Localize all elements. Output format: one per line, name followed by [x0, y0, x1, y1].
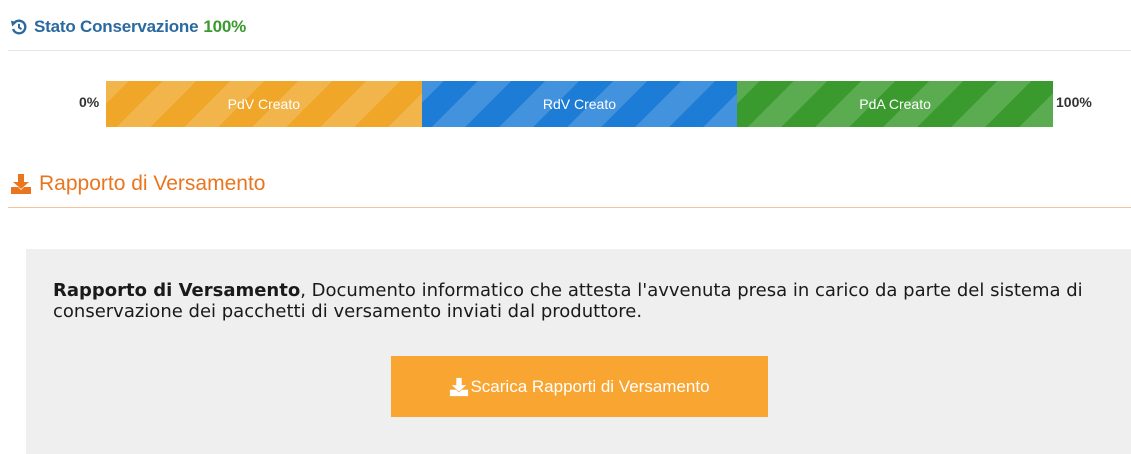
status-percent: 100%: [203, 17, 247, 36]
history-icon: [10, 19, 27, 35]
progress-segment-pdv: PdV Creato: [106, 81, 422, 127]
status-title: Stato Conservazione: [34, 17, 199, 36]
progress-bar: PdV Creato RdV Creato PdA Creato: [106, 81, 1053, 127]
section-divider: [8, 207, 1131, 208]
progress-segment-rdv: RdV Creato: [421, 81, 738, 127]
progress-row: 0% PdV Creato RdV Creato PdA Creato 100%: [0, 81, 1131, 127]
status-header: Stato Conservazione 100%: [10, 14, 246, 40]
download-reports-button[interactable]: Scarica Rapporti di Versamento: [391, 356, 768, 417]
section-title-text: Rapporto di Versamento: [39, 172, 266, 195]
info-text-bold: Rapporto di Versamento: [53, 280, 301, 301]
progress-segment-pda: PdA Creato: [737, 81, 1053, 127]
download-icon: [450, 377, 469, 396]
section-title: Rapporto di Versamento: [10, 169, 265, 199]
progress-start-label: 0%: [79, 94, 100, 110]
info-panel: Rapporto di Versamento, Documento inform…: [26, 249, 1131, 454]
download-reports-label: Scarica Rapporti di Versamento: [470, 376, 710, 396]
divider: [8, 50, 1131, 51]
info-text: Rapporto di Versamento, Documento inform…: [53, 280, 1113, 322]
download-icon: [11, 174, 31, 194]
progress-end-label: 100%: [1056, 94, 1092, 110]
